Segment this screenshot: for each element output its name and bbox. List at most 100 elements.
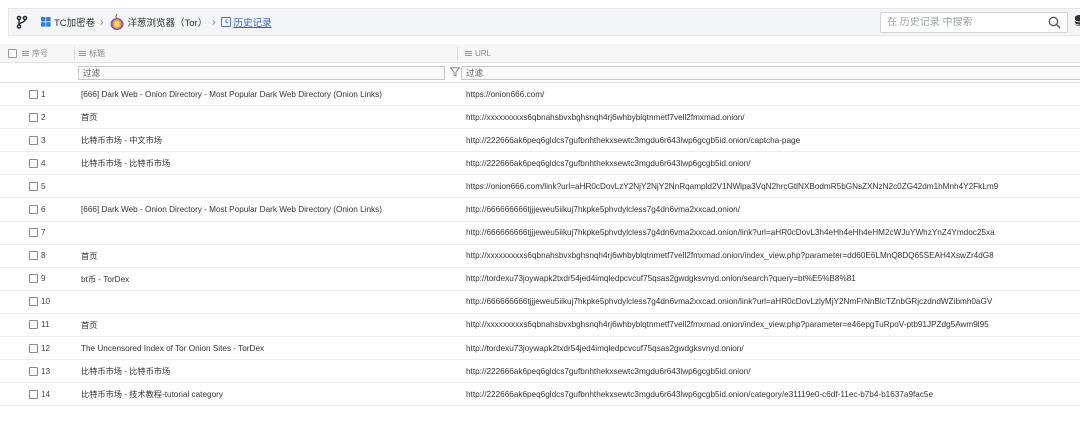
table-row[interactable]: 12 The Uncensored Index of Tor Onion Site… [0,337,1080,361]
checkbox[interactable] [29,158,38,168]
table-row[interactable]: 7 http://666666666tjjjeweu5iikuj7hkpke5ph… [0,222,1080,245]
row-title: 比特币市场 - 比特币市场 [81,159,171,169]
checkbox[interactable] [29,366,38,376]
top-bar: TC加密卷 › 洋葱浏览器（Tor） › 历史记录 在 历史记录 中搜索 [0,0,1080,44]
row-url[interactable]: http://666666666tjjjeweu5iikuj7hkpke5phv… [466,198,740,220]
row-checkbox[interactable] [29,291,38,313]
row-url[interactable]: http://tordexu73joywapk2txdr54jed4imqled… [466,337,744,359]
title-filter-input[interactable]: 过滤 [78,66,445,80]
checkbox[interactable] [29,181,38,191]
row-title: 比特币市场 - 比特币市场 [81,367,171,377]
row-url[interactable]: http://tordexu73joywapk2txdr54jed4imqled… [466,268,856,290]
row-checkbox[interactable] [29,175,38,197]
breadcrumb-item-history[interactable]: 历史记录 [220,15,272,29]
checkbox[interactable] [29,343,38,353]
checkbox[interactable] [8,49,17,58]
checkbox[interactable] [29,389,38,399]
breadcrumb-item-vault[interactable]: TC加密卷 [41,15,95,29]
row-url[interactable]: http://222666ak6peq6gldcs7gufbnhthekxsew… [466,383,933,405]
checkbox[interactable] [29,135,38,145]
row-url[interactable]: https://onion666.com/ [466,83,544,105]
select-all-checkbox[interactable] [8,44,17,63]
checkbox[interactable] [29,228,38,238]
row-index: 11 [41,320,50,330]
table-row[interactable]: 14 比特币市场 - 技术教程-tutorial category http://2… [0,383,1080,407]
table-row[interactable]: 6 [666] Dark Web - Onion Directory - Most… [0,198,1080,222]
column-divider[interactable] [457,47,458,60]
database-search-icon[interactable] [1074,14,1080,31]
row-checkbox[interactable] [29,268,38,290]
branch-icon[interactable] [9,9,35,35]
row-url[interactable]: http://666666666tjjjeweu5iikuj7hkpke5phv… [466,222,995,244]
row-title: [666] Dark Web - Onion Directory - Most … [81,89,382,99]
row-checkbox[interactable] [29,245,38,267]
row-checkbox[interactable] [29,198,38,220]
row-checkbox[interactable] [29,152,38,174]
row-url[interactable]: https://onion666.com/link?url=aHR0cDovLz… [466,175,998,197]
row-checkbox[interactable] [29,337,38,359]
checkbox[interactable] [29,297,38,307]
table-row[interactable]: 11 首页 http://xxxxxxxxxs6qbnahsbvxbghsnqh4r… [0,314,1080,338]
checkbox[interactable] [29,89,38,99]
row-checkbox[interactable] [29,383,38,405]
row-index: 5 [41,181,46,191]
table-row[interactable]: 2 首页 http://xxxxxxxxxs6qbnahsbvxbghsnqh4rj… [0,106,1080,130]
row-index: 10 [41,297,51,307]
table-row[interactable]: 8 首页 http://xxxxxxxxxs6qbnahsbvxbghsnqh4rj… [0,245,1080,268]
vault-icon [41,17,51,27]
row-url[interactable]: http://xxxxxxxxxs6qbnahsbvxbghsnqh4rj6wh… [466,245,994,267]
chevron-right-icon: › [100,16,104,28]
url-filter-input[interactable]: 过滤 [461,66,1080,80]
row-title: 比特币市场 - 中文市场 [81,136,162,146]
history-icon [220,17,231,27]
column-header-url[interactable]: URL [465,44,491,63]
table-row[interactable]: 9 bt币 - TorDex http://tordexu73joywapk2txd… [0,268,1080,291]
row-url[interactable]: http://xxxxxxxxxs6qbnahsbvxbghsnqh4rj6wh… [466,106,745,128]
search-icon[interactable] [1048,16,1061,31]
row-url[interactable]: http://222666ak6peq6gldcs7gufbnhthekxsew… [466,360,751,382]
checkbox[interactable] [29,112,38,122]
column-label: 标题 [89,49,105,58]
row-index: 2 [41,112,46,122]
drag-handle-icon [79,50,86,58]
row-url[interactable]: http://666666666tjjjeweu5iikuj7hkpke5phv… [466,291,992,313]
breadcrumb-label: 洋葱浏览器（Tor） [127,18,208,29]
row-url[interactable]: http://222666ak6peq6gldcs7gufbnhthekxsew… [466,129,800,151]
search-input[interactable] [881,17,1041,28]
row-checkbox[interactable] [29,129,38,151]
checkbox[interactable] [29,251,38,261]
checkbox[interactable] [29,320,38,330]
row-url[interactable]: http://xxxxxxxxxs6qbnahsbvxbghsnqh4rj6wh… [466,314,989,336]
checkbox[interactable] [29,274,38,284]
column-header-title[interactable]: 标题 [79,44,105,63]
row-index: 3 [41,135,46,145]
table-row[interactable]: 3 比特币市场 - 中文市场 http://222666ak6peq6gldcs7g… [0,129,1080,153]
row-index: 12 [41,343,51,353]
row-checkbox[interactable] [29,222,38,244]
table-row[interactable]: 10 http://666666666tjjjeweu5iikuj7hkpke5p… [0,291,1080,314]
column-divider[interactable] [74,47,75,60]
row-checkbox[interactable] [29,314,38,336]
column-header-index[interactable]: 序号 [22,44,48,63]
table-row[interactable]: 13 比特币市场 - 比特币市场 http://222666ak6peq6gldcs… [0,360,1080,384]
row-url[interactable]: http://222666ak6peq6gldcs7gufbnhthekxsew… [466,152,751,174]
filter-icon[interactable] [449,67,461,79]
table-row[interactable]: 5 https://onion666.com/link?url=aHR0cDovL… [0,175,1080,199]
filter-placeholder: 过滤 [466,68,484,78]
checkbox[interactable] [29,205,38,215]
table-body: 1 [666] Dark Web - Onion Directory - Most… [0,83,1080,407]
row-checkbox[interactable] [29,106,38,128]
column-label: 序号 [32,49,48,58]
table-header: 序号 标题 URL [0,44,1080,63]
chevron-right-icon: › [212,16,216,28]
table-row[interactable]: 1 [666] Dark Web - Onion Directory - Most… [0,83,1080,107]
row-checkbox[interactable] [29,360,38,382]
table-row[interactable]: 4 比特币市场 - 比特币市场 http://222666ak6peq6gldcs7… [0,152,1080,176]
row-title: 首页 [81,113,98,123]
row-title: 比特币市场 - 技术教程-tutorial category [81,390,223,400]
row-checkbox[interactable] [29,83,38,105]
filter-row: 过滤 过滤 [0,63,1080,83]
search-box [880,12,1068,33]
breadcrumb-item-tor[interactable]: 洋葱浏览器（Tor） [109,13,208,31]
row-title: 首页 [81,251,98,261]
